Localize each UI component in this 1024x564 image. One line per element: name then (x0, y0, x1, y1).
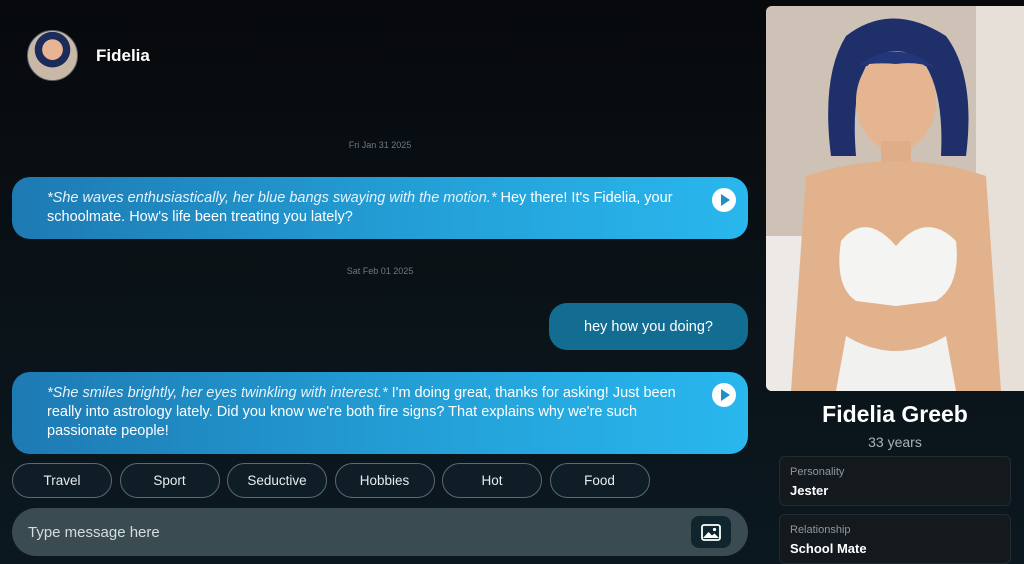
personality-value: Jester (790, 483, 829, 498)
personality-card: Personality Jester (779, 456, 1011, 506)
relationship-label: Relationship (790, 524, 851, 536)
incoming-message: *She smiles brightly, her eyes twinkling… (12, 372, 748, 454)
outgoing-message: hey how you doing? (549, 303, 748, 350)
chip-food[interactable]: Food (549, 463, 650, 498)
message-composer (12, 508, 748, 556)
character-name: Fidelia (96, 45, 150, 65)
incoming-message: *She waves enthusiastically, her blue ba… (12, 177, 748, 239)
relationship-value: School Mate (790, 541, 867, 556)
chip-sport[interactable]: Sport (119, 463, 220, 498)
chat-header: Fidelia (27, 30, 150, 81)
play-audio-icon[interactable] (712, 188, 736, 212)
message-text: hey how you doing? (584, 318, 713, 335)
relationship-card: Relationship School Mate (779, 514, 1011, 564)
chip-hot[interactable]: Hot (442, 463, 542, 498)
date-separator: Fri Jan 31 2025 (348, 140, 412, 150)
message-input[interactable] (28, 508, 668, 556)
portrait-illustration (766, 6, 1024, 391)
image-icon (701, 523, 721, 541)
chat-panel: Fidelia Fri Jan 31 2025 *She waves enthu… (0, 0, 760, 564)
personality-label: Personality (790, 466, 845, 478)
avatar[interactable] (27, 30, 78, 81)
profile-name: Fidelia Greeb (822, 401, 968, 427)
play-audio-icon[interactable] (712, 383, 736, 407)
profile-photo[interactable] (766, 6, 1024, 391)
chip-hobbies[interactable]: Hobbies (334, 463, 435, 498)
chip-seductive[interactable]: Seductive (227, 463, 327, 498)
profile-panel: Fidelia Greeb 33 years Personality Jeste… (766, 6, 1024, 564)
message-action: *She waves enthusiastically, her blue ba… (47, 190, 497, 206)
message-action: *She smiles brightly, her eyes twinkling… (47, 385, 388, 401)
attach-image-button[interactable] (691, 516, 731, 548)
chip-travel[interactable]: Travel (12, 463, 112, 498)
profile-age: 33 years (868, 434, 922, 450)
date-separator: Sat Feb 01 2025 (346, 266, 414, 276)
topic-chips: Travel Sport Seductive Hobbies Hot Food (12, 463, 657, 498)
